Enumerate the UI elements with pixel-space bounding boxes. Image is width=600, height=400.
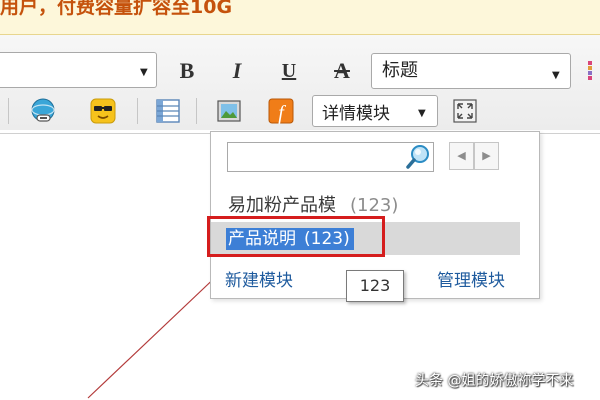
watermark: 头条 @姐的娇傲祢学不来 bbox=[415, 373, 574, 389]
search-icon[interactable] bbox=[404, 143, 432, 171]
template-item-count: (123) bbox=[350, 195, 399, 216]
template-item[interactable]: 易加粉产品模 (123) bbox=[228, 191, 398, 217]
tooltip: 123 bbox=[346, 270, 404, 302]
manage-templates-link[interactable]: 管理模块 bbox=[437, 266, 505, 291]
pager-prev-button[interactable]: ◀ bbox=[449, 142, 474, 170]
template-search-input[interactable] bbox=[227, 142, 434, 172]
pager-next-button[interactable]: ▶ bbox=[474, 142, 499, 170]
new-template-link[interactable]: 新建模块 bbox=[225, 266, 293, 291]
callout-highlight-box bbox=[207, 216, 385, 257]
template-item-name: 易加粉产品模 bbox=[228, 195, 336, 216]
